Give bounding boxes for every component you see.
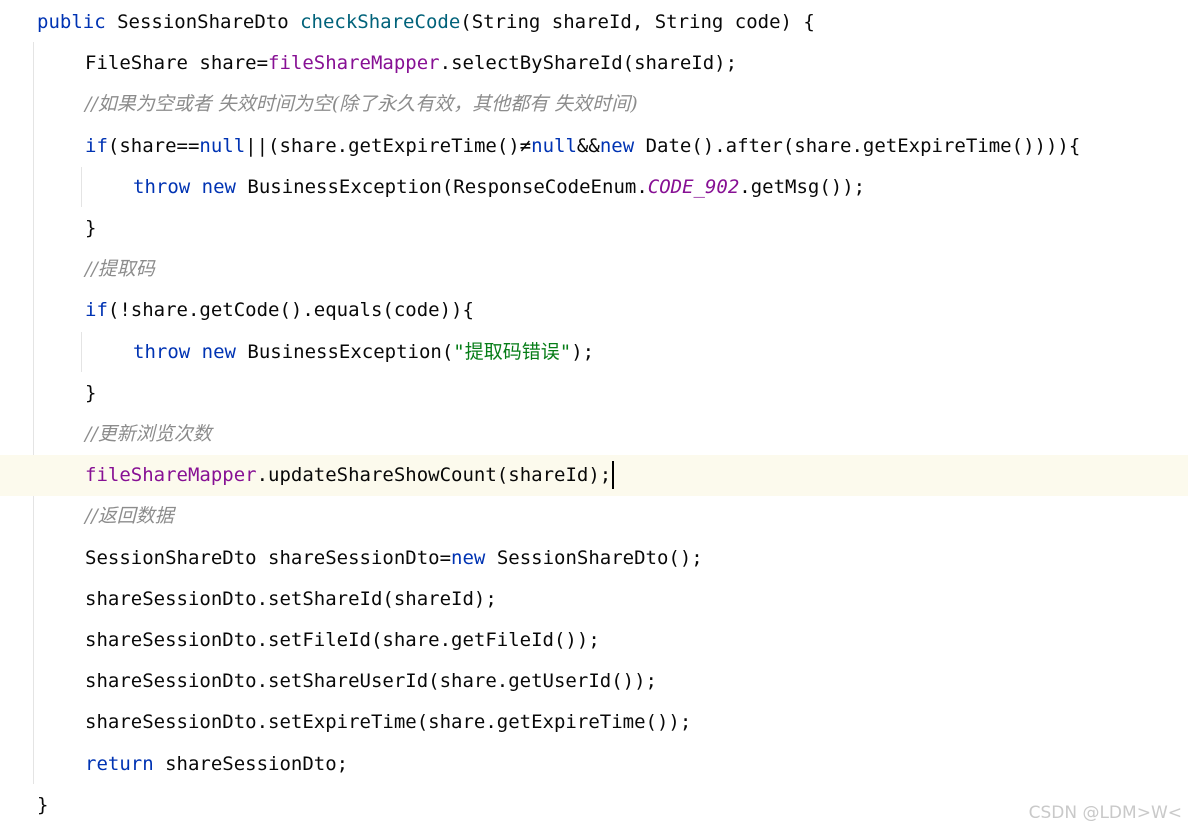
code-line[interactable]: fileShareMapper.updateShareShowCount(sha… (0, 455, 1188, 497)
code-text: return shareSessionDto; (85, 744, 348, 785)
code-token: throw new (133, 175, 248, 198)
code-token: //返回数据 (85, 505, 174, 528)
code-line[interactable]: FileShare share=fileShareMapper.selectBy… (0, 43, 1188, 84)
watermark: CSDN @LDM>W< (1028, 803, 1182, 823)
code-line[interactable]: } (0, 208, 1188, 249)
code-token: .updateShareShowCount(shareId); (256, 464, 612, 487)
code-text: throw new BusinessException(ResponseCode… (133, 167, 865, 208)
code-text: } (85, 208, 96, 249)
code-line[interactable]: SessionShareDto shareSessionDto=new Sess… (0, 538, 1188, 579)
code-token: null (531, 134, 577, 157)
code-line[interactable]: public SessionShareDto checkShareCode(St… (0, 2, 1188, 43)
code-text: if(share==null||(share.getExpireTime()≠n… (85, 126, 1080, 167)
code-text: } (85, 373, 96, 414)
code-token: ||(share.getExpireTime()≠ (245, 134, 532, 157)
code-token: new (451, 546, 497, 569)
code-token: return (85, 752, 166, 775)
code-token: ); (571, 340, 595, 363)
code-token: Date().after(share.getExpireTime()))){ (645, 134, 1081, 157)
code-token: } (85, 217, 97, 239)
code-token: FileShare share= (85, 52, 269, 75)
code-text: shareSessionDto.setFileId(share.getFileI… (85, 620, 600, 661)
code-token: CODE_902 (647, 175, 740, 198)
code-token: //提取码 (85, 258, 155, 281)
code-token: && (576, 134, 600, 157)
code-token: //更新浏览次数 (85, 423, 212, 445)
code-line[interactable]: throw new BusinessException(ResponseCode… (0, 167, 1188, 208)
code-text: if(!share.getCode().equals(code)){ (85, 290, 474, 331)
code-token: fileShareMapper (85, 464, 257, 487)
code-token: new (599, 134, 646, 157)
text-caret (612, 461, 614, 490)
code-text: throw new BusinessException("提取码错误"); (133, 332, 594, 373)
code-line[interactable]: throw new BusinessException("提取码错误"); (0, 332, 1188, 373)
code-line[interactable]: shareSessionDto.setShareUserId(share.get… (0, 661, 1188, 702)
code-line[interactable]: return shareSessionDto; (0, 744, 1188, 785)
code-token: null (199, 134, 246, 157)
code-text: shareSessionDto.setShareId(shareId); (85, 579, 497, 620)
code-text: } (37, 785, 48, 826)
code-line[interactable]: shareSessionDto.setShareId(shareId); (0, 579, 1188, 620)
code-line[interactable]: shareSessionDto.setExpireTime(share.getE… (0, 702, 1188, 743)
code-token: } (85, 381, 97, 404)
code-token: (share== (107, 134, 200, 157)
code-text: //如果为空或者 失效时间为空(除了永久有效，其他都有 失效时间) (85, 84, 638, 125)
code-text: SessionShareDto shareSessionDto=new Sess… (85, 538, 703, 579)
code-token: fileShareMapper (268, 52, 440, 75)
code-text: shareSessionDto.setExpireTime(share.getE… (85, 702, 691, 743)
code-text: fileShareMapper.updateShareShowCount(sha… (85, 455, 611, 496)
code-token: .selectByShareId(shareId); (439, 52, 738, 75)
code-line[interactable]: shareSessionDto.setFileId(share.getFileI… (0, 620, 1188, 661)
code-token: if (85, 299, 108, 322)
code-token: BusinessException(ResponseCodeEnum. (247, 175, 648, 198)
code-token: //如果为空或者 失效时间为空(除了永久有效，其他都有 失效时间) (85, 93, 638, 116)
code-token: shareSessionDto.setExpireTime(share.getE… (85, 711, 692, 734)
code-text: shareSessionDto.setShareUserId(share.get… (85, 661, 657, 702)
code-token: shareSessionDto; (165, 752, 349, 775)
code-line[interactable]: //返回数据 (0, 496, 1188, 537)
code-token: shareSessionDto.setShareId(shareId); (85, 587, 497, 610)
code-token: throw new (133, 340, 248, 363)
code-token: SessionShareDto(); (496, 546, 703, 569)
code-text: //返回数据 (85, 496, 174, 537)
code-token: checkShareCode (300, 11, 461, 33)
code-token: } (37, 793, 49, 816)
code-token: .getMsg()); (739, 175, 866, 198)
code-text: //更新浏览次数 (85, 414, 212, 455)
code-line[interactable]: //提取码 (0, 249, 1188, 290)
code-line[interactable]: if(share==null||(share.getExpireTime()≠n… (0, 126, 1188, 167)
code-token: (String shareId, String code) { (460, 11, 815, 33)
code-token: if (85, 134, 108, 157)
code-token: BusinessException( (247, 340, 454, 363)
code-token: (!share.getCode().equals(code)){ (107, 299, 474, 322)
code-token: public (37, 11, 118, 33)
code-text: //提取码 (85, 249, 155, 290)
code-token: shareSessionDto.setShareUserId(share.get… (85, 670, 657, 693)
code-line[interactable]: } (0, 785, 1188, 826)
code-token: SessionShareDto shareSessionDto= (85, 546, 452, 569)
code-text: FileShare share=fileShareMapper.selectBy… (85, 43, 737, 84)
code-editor[interactable]: public SessionShareDto checkShareCode(St… (0, 0, 1188, 829)
code-token: "提取码错误" (453, 340, 572, 363)
code-line[interactable]: //如果为空或者 失效时间为空(除了永久有效，其他都有 失效时间) (0, 84, 1188, 125)
code-token: shareSessionDto.setFileId(share.getFileI… (85, 629, 600, 651)
code-line[interactable]: if(!share.getCode().equals(code)){ (0, 290, 1188, 331)
code-token: SessionShareDto (117, 11, 301, 33)
code-line[interactable]: //更新浏览次数 (0, 414, 1188, 455)
code-line[interactable]: } (0, 373, 1188, 414)
code-text: public SessionShareDto checkShareCode(St… (37, 2, 815, 43)
